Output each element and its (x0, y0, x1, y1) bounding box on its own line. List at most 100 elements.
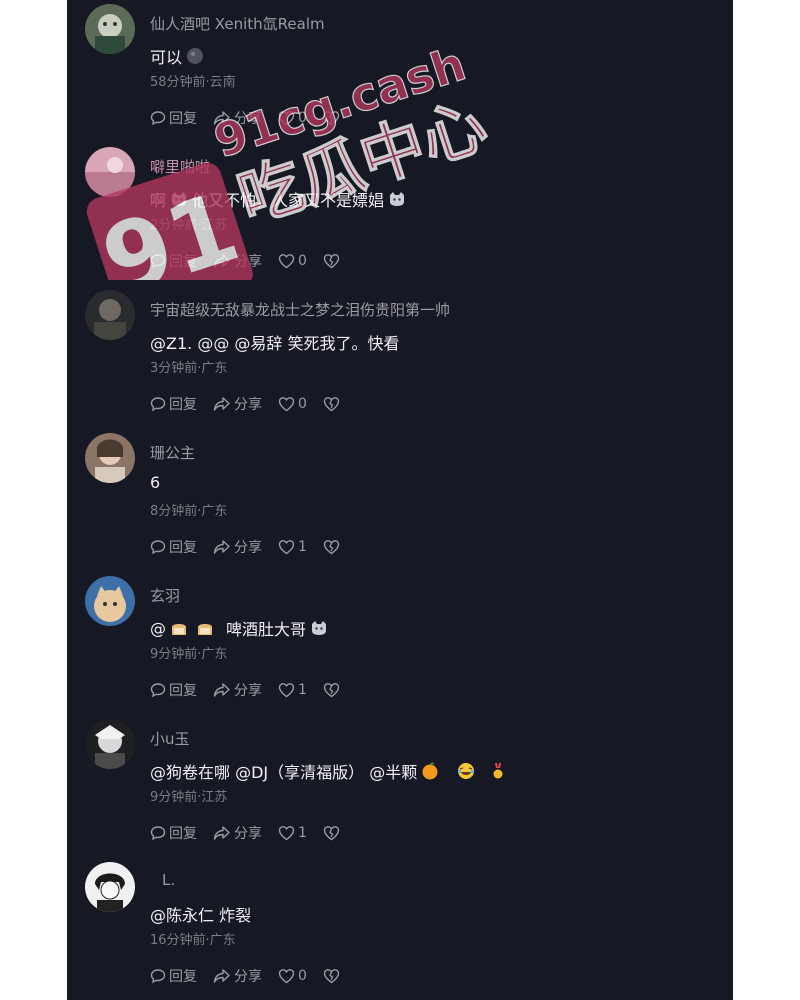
comment-text: @Z1. @@ @易辞 笑死我了。快看 (150, 334, 400, 353)
reply-label: 回复 (169, 254, 197, 270)
avatar[interactable] (85, 862, 135, 912)
comment-actions: 回复 分享 1 (150, 823, 343, 843)
like-count: 1 (298, 825, 307, 841)
share-icon (213, 540, 230, 554)
broken-heart-icon (323, 111, 340, 126)
reply-button[interactable]: 回复 (150, 680, 197, 700)
share-icon (213, 254, 230, 268)
heart-icon (278, 397, 295, 412)
broken-heart-icon (323, 969, 340, 984)
reply-icon (150, 540, 166, 555)
orange-emoji (422, 762, 438, 780)
share-icon (213, 683, 230, 697)
reply-label: 回复 (169, 111, 197, 127)
heart-icon (278, 540, 295, 555)
username[interactable]: 珊公主 (150, 442, 195, 463)
like-button[interactable]: 1 (278, 539, 307, 555)
dislike-button[interactable] (323, 396, 343, 412)
avatar[interactable] (85, 4, 135, 54)
share-button[interactable]: 分享 (213, 394, 262, 414)
share-button[interactable]: 分享 (213, 680, 262, 700)
comment-meta: 9分钟前·广东 (150, 647, 228, 662)
dislike-button[interactable] (323, 682, 343, 698)
comment-text-part: 啊 (150, 191, 167, 210)
share-label: 分享 (234, 254, 262, 270)
dislike-button[interactable] (323, 825, 343, 841)
broken-heart-icon (323, 540, 340, 555)
medal-emoji (493, 763, 503, 779)
comment-item: 小u玉 @狗卷在哪 @DJ（享清福版） @半颗 9分钟前·江苏 回复 分享 1 (67, 715, 733, 855)
broken-heart-icon (323, 683, 340, 698)
heart-icon (278, 683, 295, 698)
share-label: 分享 (234, 683, 262, 699)
share-icon (213, 111, 230, 125)
username[interactable]: 仙人酒吧 Xenith氙Realm (150, 13, 325, 34)
avatar[interactable] (85, 433, 135, 483)
reply-icon (150, 826, 166, 841)
heart-icon (278, 111, 295, 126)
avatar[interactable] (85, 147, 135, 197)
reply-label: 回复 (169, 540, 197, 556)
username[interactable]: 噼里啪啦 (150, 156, 210, 177)
comment-panel: 仙人酒吧 Xenith氙Realm 可以 58分钟前·云南 回复 分享 0 噼里… (67, 0, 733, 1000)
reply-label: 回复 (169, 683, 197, 699)
username[interactable]: 宇宙超级无敌暴龙战士之梦之泪伤贵阳第一帅 (150, 299, 450, 320)
broken-heart-icon (323, 826, 340, 841)
share-icon (213, 969, 230, 983)
avatar[interactable] (85, 290, 135, 340)
dislike-button[interactable] (323, 968, 343, 984)
reply-button[interactable]: 回复 (150, 537, 197, 557)
comment-meta: 16分钟前·广东 (150, 933, 236, 948)
comment-text: @狗卷在哪 @DJ（享清福版） @半颗 (150, 759, 511, 783)
share-icon (213, 826, 230, 840)
reply-label: 回复 (169, 826, 197, 842)
share-label: 分享 (234, 826, 262, 842)
reply-button[interactable]: 回复 (150, 251, 197, 271)
reply-button[interactable]: 回复 (150, 394, 197, 414)
share-button[interactable]: 分享 (213, 966, 262, 986)
cat-emoji (172, 192, 187, 206)
like-count: 0 (298, 968, 307, 984)
comment-meta: 58分钟前·云南 (150, 75, 236, 90)
reply-button[interactable]: 回复 (150, 108, 197, 128)
comment-meta: 2分钟前·江苏 (150, 218, 228, 233)
dislike-button[interactable] (323, 110, 343, 126)
comment-text-part: @ (150, 618, 166, 638)
like-button[interactable]: 0 (278, 968, 307, 984)
comment-actions: 回复 分享 0 (150, 394, 343, 414)
cat-emoji (312, 621, 327, 635)
laughing-tears-emoji (458, 763, 475, 779)
like-button[interactable]: 0 (278, 253, 307, 269)
comment-text: 可以 (150, 44, 208, 68)
username[interactable]: 小u玉 (150, 728, 190, 749)
share-button[interactable]: 分享 (213, 108, 262, 128)
heart-icon (278, 969, 295, 984)
reply-icon (150, 397, 166, 412)
comment-item: L. @陈永仁 炸裂 16分钟前·广东 回复 分享 0 (67, 858, 733, 998)
share-button[interactable]: 分享 (213, 251, 262, 271)
bread-emoji (172, 624, 186, 635)
comment-meta: 3分钟前·广东 (150, 361, 228, 376)
black-circle-emoji (187, 48, 204, 64)
avatar[interactable] (85, 719, 135, 769)
comment-text-part: 他又不怕，人家又不是嫖娼 (192, 191, 385, 210)
comment-meta: 8分钟前·广东 (150, 504, 228, 519)
share-button[interactable]: 分享 (213, 537, 262, 557)
username[interactable]: 玄羽 (150, 585, 180, 606)
reply-button[interactable]: 回复 (150, 823, 197, 843)
like-button[interactable]: 1 (278, 825, 307, 841)
like-button[interactable]: 1 (278, 682, 307, 698)
dislike-button[interactable] (323, 539, 343, 555)
dislike-button[interactable] (323, 253, 343, 269)
username[interactable]: L. (162, 871, 175, 889)
like-button[interactable]: 0 (278, 110, 307, 126)
comment-actions: 回复 分享 0 (150, 108, 343, 128)
share-button[interactable]: 分享 (213, 823, 262, 843)
comment-actions: 回复 分享 1 (150, 537, 343, 557)
comment-text: @陈永仁 炸裂 (150, 906, 252, 925)
avatar[interactable] (85, 576, 135, 626)
like-count: 0 (298, 253, 307, 269)
reply-button[interactable]: 回复 (150, 966, 197, 986)
like-button[interactable]: 0 (278, 396, 307, 412)
share-label: 分享 (234, 540, 262, 556)
